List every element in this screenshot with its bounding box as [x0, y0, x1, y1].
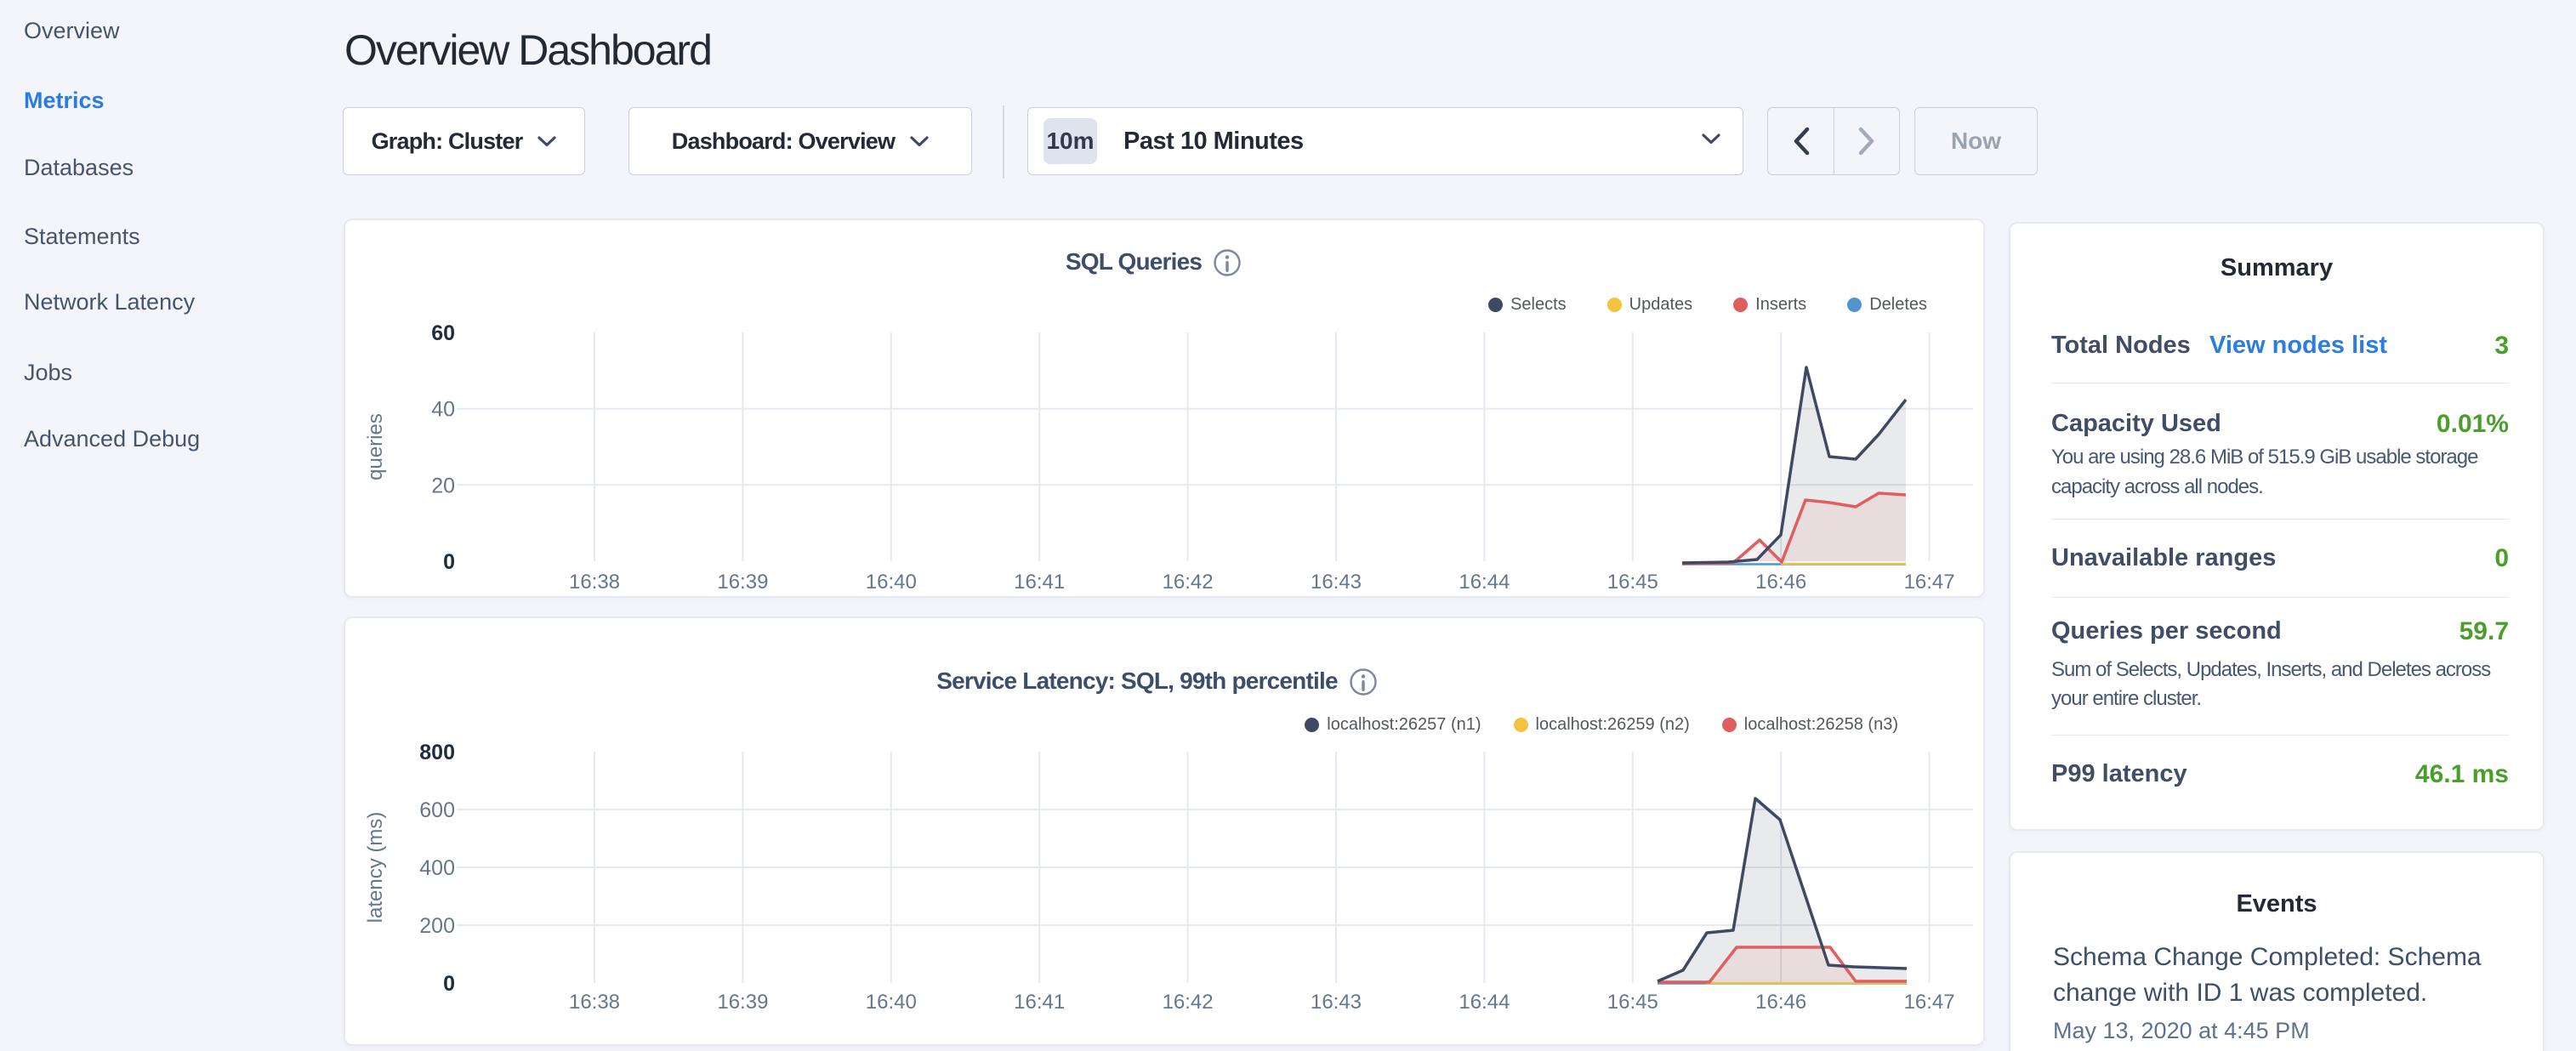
svg-text:0: 0 — [443, 550, 455, 574]
svg-text:0: 0 — [443, 972, 455, 996]
svg-text:16:39: 16:39 — [717, 571, 768, 594]
svg-text:16:46: 16:46 — [1755, 571, 1806, 594]
svg-text:60: 60 — [431, 321, 455, 345]
svg-text:16:43: 16:43 — [1311, 571, 1362, 594]
svg-text:16:42: 16:42 — [1163, 991, 1214, 1014]
svg-text:400: 400 — [419, 856, 455, 880]
svg-text:16:38: 16:38 — [569, 571, 620, 594]
svg-text:16:47: 16:47 — [1904, 991, 1955, 1014]
svg-text:16:47: 16:47 — [1904, 571, 1955, 594]
svg-text:16:41: 16:41 — [1014, 991, 1065, 1014]
svg-text:queries: queries — [364, 413, 387, 480]
svg-text:40: 40 — [431, 398, 455, 422]
svg-text:16:43: 16:43 — [1311, 991, 1362, 1014]
svg-text:16:40: 16:40 — [866, 991, 917, 1014]
svg-text:800: 800 — [419, 741, 455, 764]
svg-text:16:44: 16:44 — [1459, 991, 1510, 1014]
svg-text:16:38: 16:38 — [569, 991, 620, 1014]
svg-text:16:39: 16:39 — [717, 991, 768, 1014]
svg-text:16:41: 16:41 — [1014, 571, 1065, 594]
svg-text:200: 200 — [419, 914, 455, 938]
svg-text:16:46: 16:46 — [1755, 991, 1806, 1014]
svg-text:16:40: 16:40 — [866, 571, 917, 594]
svg-text:16:42: 16:42 — [1163, 571, 1214, 594]
svg-text:16:45: 16:45 — [1607, 571, 1658, 594]
svg-text:20: 20 — [431, 474, 455, 497]
svg-text:16:45: 16:45 — [1607, 991, 1658, 1014]
svg-text:600: 600 — [419, 798, 455, 822]
svg-text:latency (ms): latency (ms) — [364, 812, 387, 923]
svg-text:16:44: 16:44 — [1459, 571, 1510, 594]
